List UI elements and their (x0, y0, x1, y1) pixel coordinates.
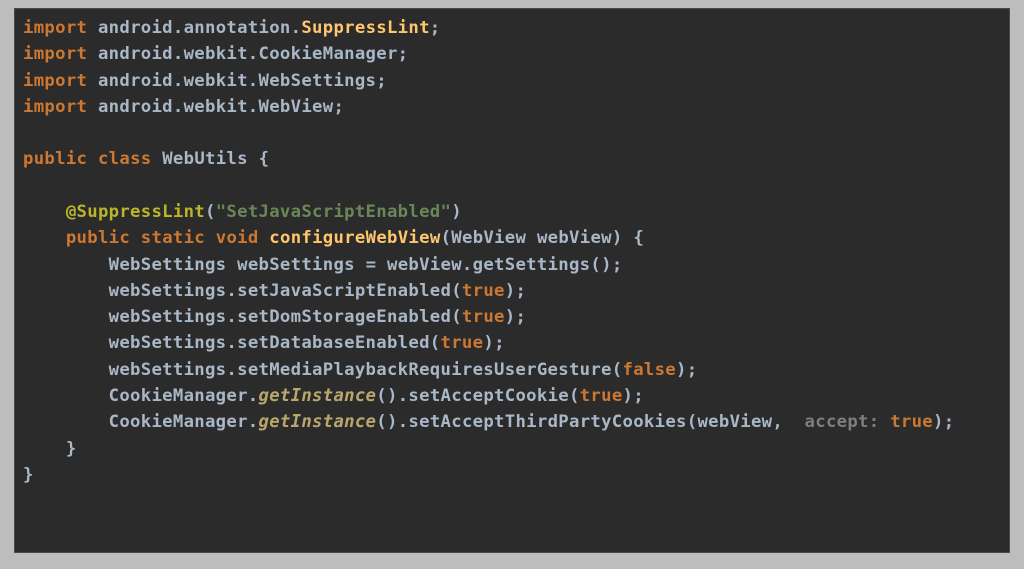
annotation: @SuppressLint (66, 202, 205, 222)
code-line: webSettings.setDomStorageEnabled(true); (23, 307, 526, 327)
code-line: public class WebUtils { (23, 149, 269, 169)
keyword-import: import (23, 44, 87, 64)
method-name: configureWebView (269, 228, 440, 248)
keyword-class: class (98, 149, 152, 169)
keyword-import: import (23, 71, 87, 91)
code-line: public static void configureWebView(WebV… (23, 228, 644, 248)
code-line: } (23, 439, 77, 459)
bool-true: true (462, 281, 505, 301)
code-line: webSettings.setJavaScriptEnabled(true); (23, 281, 526, 301)
code-line: import android.webkit.CookieManager; (23, 44, 408, 64)
code-line: } (23, 465, 34, 485)
code-line: CookieManager.getInstance().setAcceptThi… (23, 412, 954, 432)
code-line: webSettings.setDatabaseEnabled(true); (23, 333, 505, 353)
code-line: import android.webkit.WebView; (23, 97, 344, 117)
blank-line (23, 123, 34, 143)
keyword-import: import (23, 97, 87, 117)
parameter-hint: accept: (805, 412, 880, 432)
blank-line (23, 176, 34, 196)
string-literal: "SetJavaScriptEnabled" (216, 202, 452, 222)
class-name: WebUtils (162, 149, 248, 169)
keyword-public: public (23, 149, 87, 169)
static-call: getInstance (259, 386, 377, 406)
code-editor[interactable]: import android.annotation.SuppressLint; … (14, 8, 1010, 553)
code-line: @SuppressLint("SetJavaScriptEnabled") (23, 202, 462, 222)
code-line: import android.annotation.SuppressLint; (23, 18, 441, 38)
keyword-import: import (23, 18, 87, 38)
code-line: import android.webkit.WebSettings; (23, 71, 387, 91)
code-line: webSettings.setMediaPlaybackRequiresUser… (23, 360, 697, 380)
code-line: WebSettings webSettings = webView.getSet… (23, 255, 623, 275)
code-line: CookieManager.getInstance().setAcceptCoo… (23, 386, 644, 406)
bool-false: false (622, 360, 676, 380)
